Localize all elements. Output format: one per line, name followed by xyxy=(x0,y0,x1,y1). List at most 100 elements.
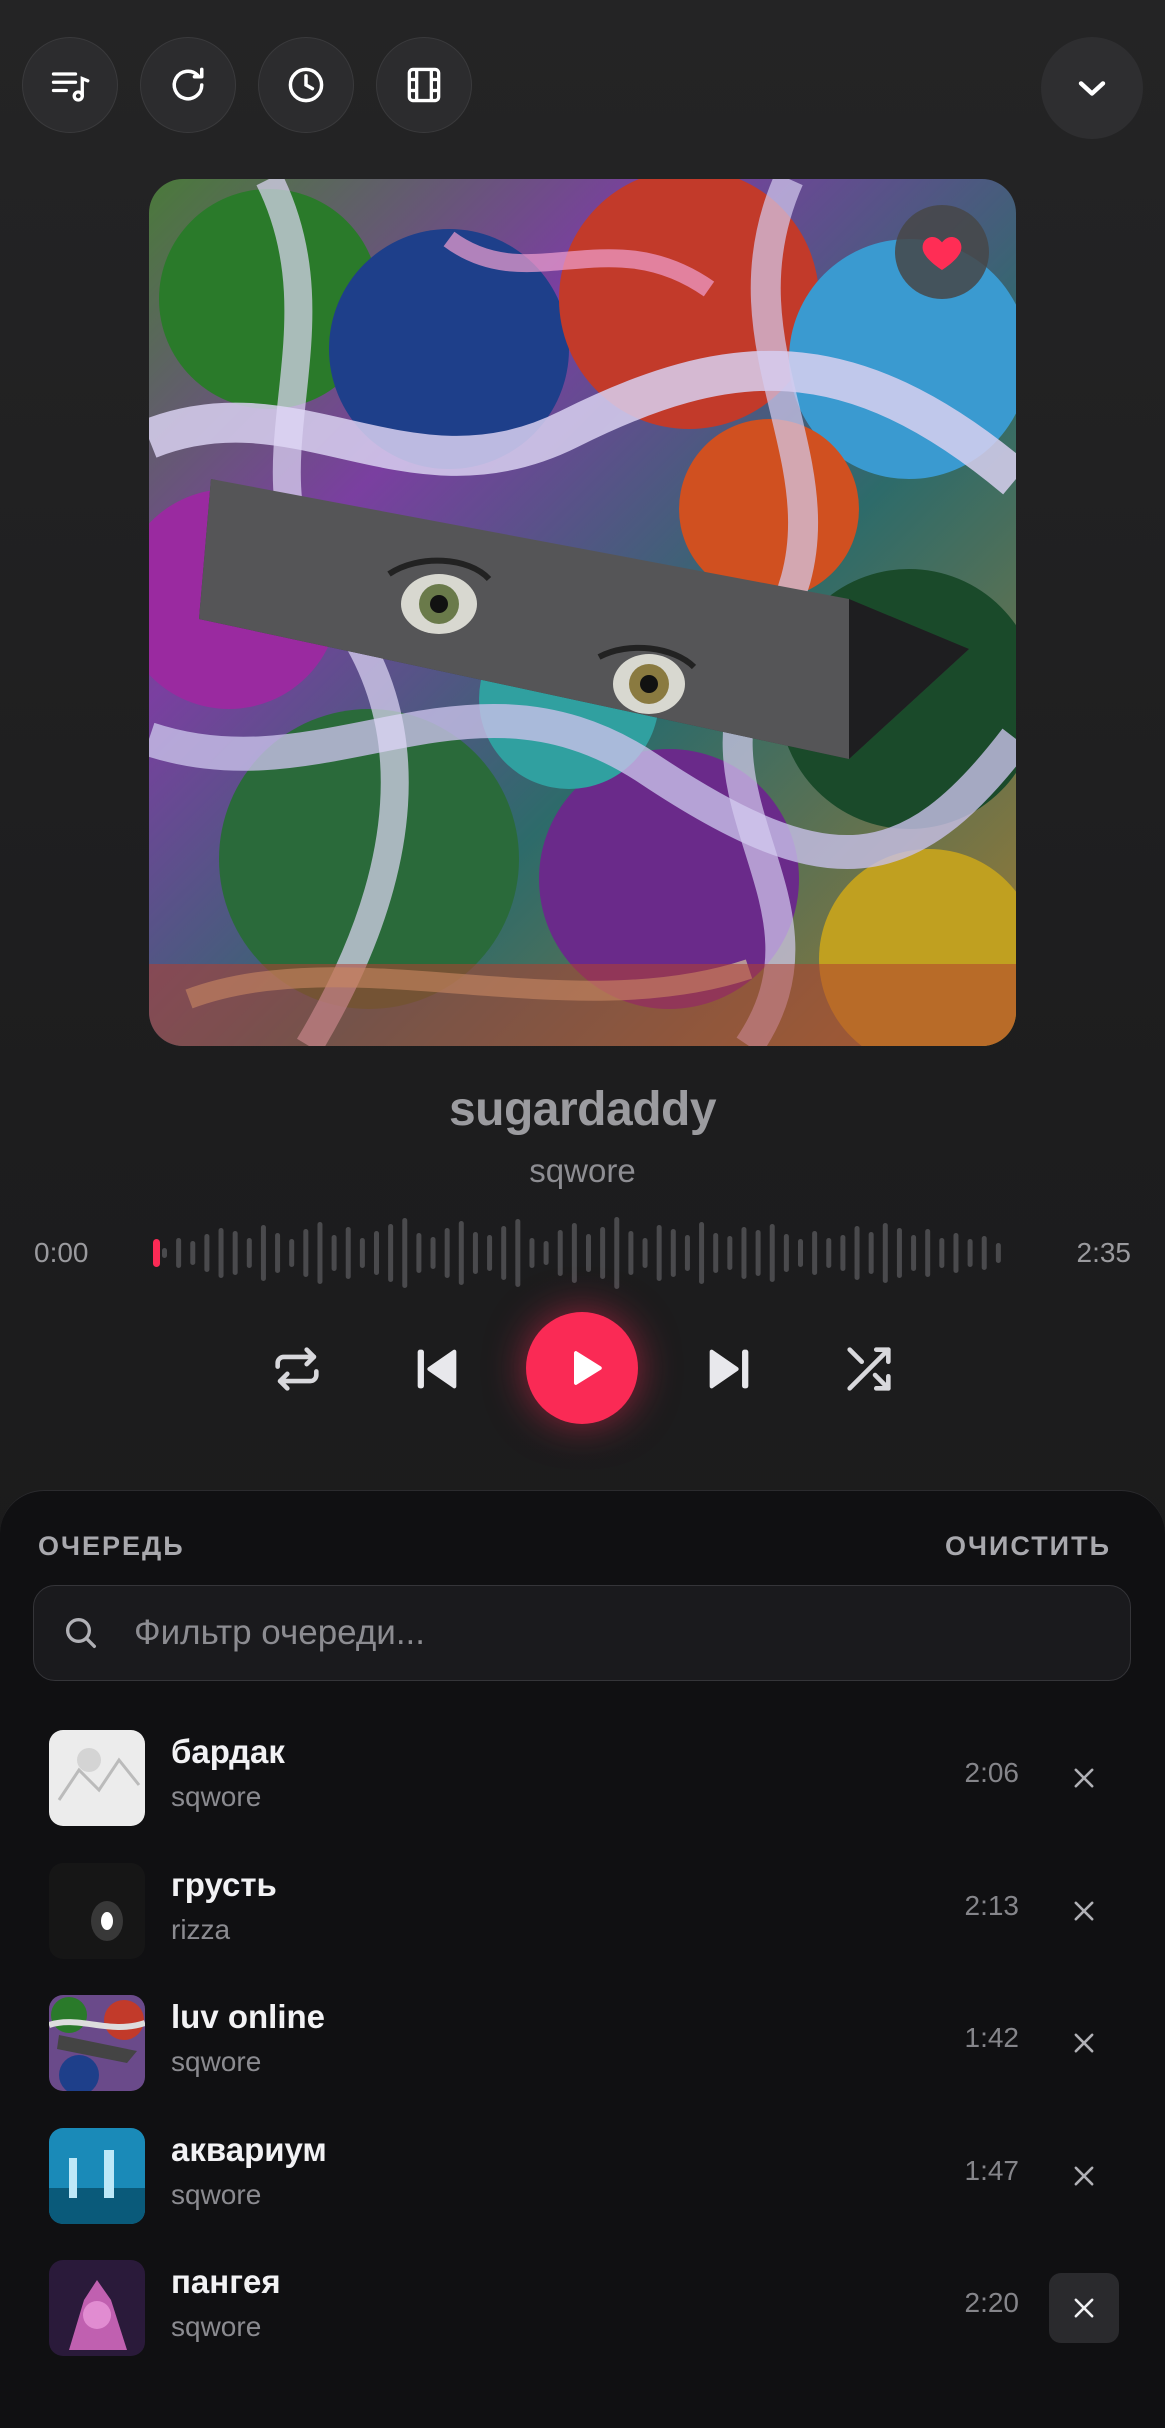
waveform-bar xyxy=(458,1221,464,1285)
queue-item-artist: sqwore xyxy=(171,1781,262,1812)
waveform-bar xyxy=(727,1236,733,1270)
queue-filter-input[interactable] xyxy=(134,1586,1094,1680)
track-artist[interactable]: sqwore xyxy=(0,1152,1165,1190)
film-icon xyxy=(407,67,441,103)
waveform-bar xyxy=(670,1229,676,1277)
waveform-bar xyxy=(374,1231,379,1275)
waveform-bar xyxy=(882,1223,888,1283)
waveform-bar xyxy=(642,1238,648,1268)
queue-item-title: грусть xyxy=(171,1866,277,1903)
queue-item[interactable]: грусть rizza 2:13 xyxy=(0,1852,1165,1962)
waveform-bar xyxy=(614,1217,620,1289)
close-icon xyxy=(1074,2033,1094,2053)
waveform-bar xyxy=(783,1234,789,1272)
queue-panel: ОЧЕРЕДЬ ОЧИСТИТЬ бардак sqwore 2:06 грус… xyxy=(0,1490,1165,2428)
video-button[interactable] xyxy=(376,37,472,133)
lyrics-icon xyxy=(51,72,90,102)
waveform-bar xyxy=(303,1229,309,1277)
waveform-bar xyxy=(331,1235,337,1271)
skip-next-icon xyxy=(709,1349,749,1389)
waveform-bar xyxy=(388,1224,394,1282)
queue-item-artist: sqwore xyxy=(171,2179,262,2210)
waveform-bar xyxy=(416,1233,422,1273)
chevron-down-icon xyxy=(1078,81,1106,96)
waveform-bar xyxy=(840,1235,846,1271)
waveform-bar xyxy=(359,1238,365,1268)
queue-filter xyxy=(33,1585,1131,1681)
play-button[interactable] xyxy=(526,1312,638,1424)
waveform-bar xyxy=(317,1222,323,1284)
track-thumbnail xyxy=(49,2128,145,2224)
waveform-bar xyxy=(275,1233,281,1273)
queue-item-title: аквариум xyxy=(171,2131,327,2168)
waveform-bar xyxy=(430,1237,436,1269)
waveform-bar xyxy=(345,1227,351,1279)
track-thumbnail xyxy=(49,1863,145,1959)
remove-from-queue-button[interactable] xyxy=(1049,2273,1119,2343)
waveform-bar xyxy=(402,1218,408,1288)
waveform-bar xyxy=(896,1228,902,1278)
waveform-bar xyxy=(176,1238,182,1268)
waveform-bar xyxy=(713,1233,719,1273)
close-icon xyxy=(1074,2166,1094,2186)
lyrics-button[interactable] xyxy=(22,37,118,133)
queue-item[interactable]: аквариум sqwore 1:47 xyxy=(0,2117,1165,2227)
repeat-icon xyxy=(275,1347,319,1391)
waveform-seekbar[interactable] xyxy=(150,1209,1018,1297)
waveform-bar xyxy=(571,1223,577,1283)
heart-icon xyxy=(922,236,962,270)
like-button[interactable] xyxy=(895,205,989,299)
play-icon xyxy=(573,1351,602,1385)
refresh-button[interactable] xyxy=(140,37,236,133)
waveform-bar xyxy=(586,1234,591,1272)
shuffle-button[interactable] xyxy=(840,1340,898,1398)
waveform-bar xyxy=(487,1235,493,1271)
album-artwork xyxy=(149,179,1016,1046)
history-icon xyxy=(288,67,324,103)
queue-item[interactable]: luv online sqwore 1:42 xyxy=(0,1984,1165,2094)
track-title: sugardaddy xyxy=(448,1083,717,1136)
collapse-button[interactable] xyxy=(1041,37,1143,139)
remove-from-queue-button[interactable] xyxy=(1049,2141,1119,2211)
waveform-bar xyxy=(501,1226,507,1280)
clear-queue-button[interactable]: ОЧИСТИТЬ xyxy=(945,1531,1111,1562)
waveform-bar xyxy=(190,1241,196,1265)
playhead[interactable] xyxy=(153,1239,160,1267)
repeat-button[interactable] xyxy=(268,1340,326,1398)
album-cover xyxy=(149,179,1016,1046)
refresh-icon xyxy=(172,67,204,101)
waveform-bar xyxy=(812,1231,818,1275)
waveform-bar xyxy=(204,1234,210,1272)
waveform-bar xyxy=(472,1232,478,1274)
close-icon xyxy=(1074,1768,1094,1788)
track-thumbnail xyxy=(49,2260,145,2356)
waveform-bar xyxy=(769,1224,775,1282)
top-bar xyxy=(22,37,1143,139)
waveform-bar xyxy=(925,1229,931,1277)
waveform-bar xyxy=(967,1239,973,1267)
remove-from-queue-button[interactable] xyxy=(1049,2008,1119,2078)
search-icon xyxy=(66,1618,97,1648)
queue-item-duration: 2:06 xyxy=(964,1757,1020,1788)
track-thumbnail xyxy=(49,1730,145,1826)
current-time: 0:00 xyxy=(34,1237,89,1268)
waveform-bar xyxy=(741,1227,747,1279)
waveform-bar xyxy=(232,1231,238,1275)
track-thumbnail xyxy=(49,1995,145,2091)
waveform-bar xyxy=(218,1228,224,1278)
waveform-bar xyxy=(628,1231,634,1275)
waveform-bar xyxy=(543,1241,549,1265)
waveform-bar xyxy=(444,1228,450,1278)
waveform-bar xyxy=(515,1219,521,1287)
waveform-bar xyxy=(939,1238,945,1268)
waveform-bar xyxy=(529,1238,535,1268)
next-button[interactable] xyxy=(700,1340,758,1398)
remove-from-queue-button[interactable] xyxy=(1049,1743,1119,1813)
queue-item-artist: rizza xyxy=(171,1914,231,1945)
remove-from-queue-button[interactable] xyxy=(1049,1876,1119,1946)
queue-item[interactable]: бардак sqwore 2:06 xyxy=(0,1719,1165,1829)
history-button[interactable] xyxy=(258,37,354,133)
player-screen: sugardaddy sqwore 0:00 2:35 ОЧЕРЕДЬ ОЧИС… xyxy=(0,0,1165,2428)
previous-button[interactable] xyxy=(408,1340,466,1398)
queue-item[interactable]: пангея sqwore 2:20 xyxy=(0,2249,1165,2359)
